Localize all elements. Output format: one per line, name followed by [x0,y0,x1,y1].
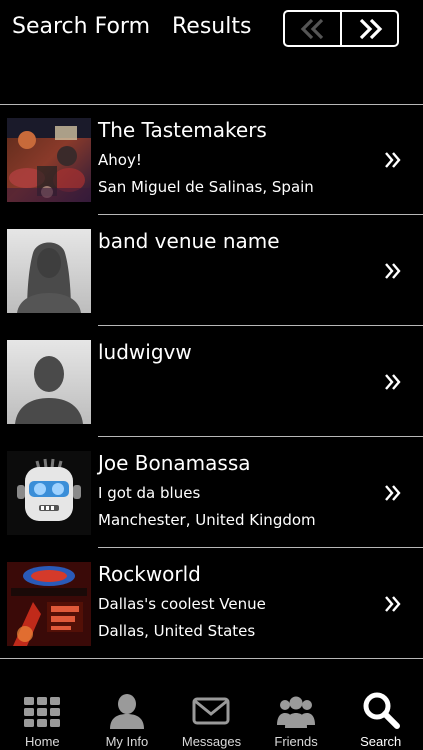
result-tagline: I got da blues [98,484,201,502]
bottom-tab-bar: Home My Info Messages Friends Search [0,681,423,750]
result-location: San Miguel de Salinas, Spain [98,178,314,196]
result-row[interactable]: The Tastemakers Ahoy! San Miguel de Sali… [0,104,423,215]
default-avatar-thumbnail [7,340,91,424]
double-chevron-right-icon [359,18,382,39]
result-location: Dallas, United States [98,622,256,640]
tab-label: Messages [181,734,242,749]
default-avatar-thumbnail [7,229,91,313]
search-results-screen: Search Form Results The Tastemakers Ahoy… [0,0,423,750]
tab-label: My Info [105,734,149,749]
person-icon [109,694,144,729]
pager-next-button[interactable] [340,12,397,45]
tab-home[interactable]: Home [0,681,85,750]
tab-search-form[interactable]: Search Form [12,14,150,39]
tab-results[interactable]: Results [172,14,251,39]
band-photo-thumbnail [7,118,91,202]
top-bar: Search Form Results [0,0,423,62]
result-name: Rockworld [98,562,201,586]
tab-search[interactable]: Search [338,681,423,750]
group-icon [277,696,316,728]
tab-messages[interactable]: Messages [169,681,254,750]
tab-label: Friends [274,734,318,749]
envelope-icon [192,697,230,725]
result-name: Joe Bonamassa [98,451,251,475]
results-list: The Tastemakers Ahoy! San Miguel de Sali… [0,104,423,659]
pager-prev-button[interactable] [285,12,340,45]
tab-label: Search [360,734,402,749]
rock-poster-thumbnail [7,562,91,646]
grid-icon [24,697,61,727]
tab-friends[interactable]: Friends [254,681,339,750]
result-tagline: Ahoy! [98,151,142,169]
result-row[interactable]: Joe Bonamassa I got da blues Manchester,… [0,437,423,548]
tab-label: Home [24,734,60,749]
result-name: The Tastemakers [98,118,267,142]
double-chevron-right-icon [385,374,401,390]
result-name: ludwigvw [98,340,192,364]
double-chevron-right-icon [385,485,401,501]
result-row[interactable]: band venue name [0,215,423,326]
robot-avatar-thumbnail [7,451,91,535]
result-location: Manchester, United Kingdom [98,511,316,529]
double-chevron-right-icon [385,596,401,612]
tab-my-info[interactable]: My Info [85,681,170,750]
result-row[interactable]: ludwigvw [0,326,423,437]
double-chevron-right-icon [385,263,401,279]
result-row[interactable]: Rockworld Dallas's coolest Venue Dallas,… [0,548,423,659]
result-name: band venue name [98,229,280,253]
search-icon [363,692,400,729]
double-chevron-right-icon [385,152,401,168]
result-tagline: Dallas's coolest Venue [98,595,266,613]
row-divider [0,658,423,659]
double-chevron-left-icon [300,18,323,39]
pager [283,10,399,47]
